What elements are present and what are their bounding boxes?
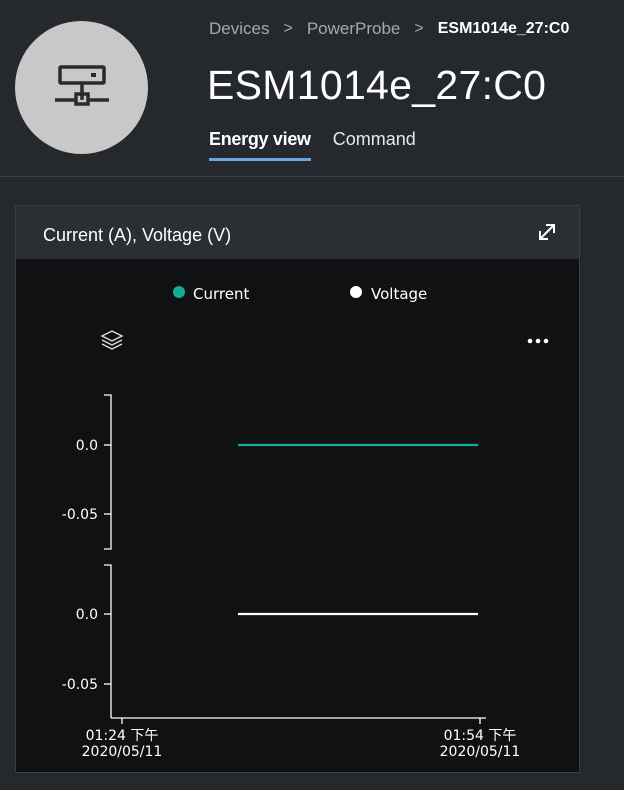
header-divider [0, 176, 624, 177]
chevron-right-icon: > [414, 20, 424, 37]
chart-card: Current (A), Voltage (V) Current Voltage [15, 205, 580, 773]
tab-energy-view[interactable]: Energy view [209, 129, 311, 161]
x-axis: 01:24 下午 2020/05/11 01:54 下午 2020/05/11 [82, 717, 521, 760]
page-title: ESM1014e_27:C0 [207, 62, 547, 108]
x-tick-time: 01:54 下午 [444, 728, 517, 744]
x-tick-date: 2020/05/11 [440, 744, 521, 760]
y-tick-label: 0.0 [76, 607, 98, 623]
breadcrumb: Devices > PowerProbe > ESM1014e_27:C0 [209, 18, 569, 40]
chart-card-header: Current (A), Voltage (V) [16, 206, 579, 259]
legend-current-label[interactable]: Current [193, 285, 249, 303]
more-options-icon[interactable] [527, 338, 549, 344]
layers-icon[interactable] [100, 330, 124, 350]
breadcrumb-link-powerprobe[interactable]: PowerProbe [307, 19, 401, 39]
device-header: Devices > PowerProbe > ESM1014e_27:C0 ES… [0, 0, 624, 176]
x-tick-date: 2020/05/11 [82, 744, 163, 760]
legend-current-marker[interactable] [173, 286, 185, 298]
legend-voltage-label[interactable]: Voltage [371, 285, 427, 303]
tab-command[interactable]: Command [333, 129, 416, 161]
tab-bar: Energy view Command [209, 129, 438, 161]
chart-card-title: Current (A), Voltage (V) [43, 225, 232, 245]
y-tick-label: 0.0 [76, 438, 98, 454]
chevron-right-icon: > [283, 20, 293, 37]
y-axis-current: 0.0 -0.05 [62, 394, 112, 550]
legend-voltage-marker[interactable] [350, 286, 362, 298]
y-tick-label: -0.05 [62, 677, 98, 693]
y-axis-voltage: 0.0 -0.05 [62, 564, 112, 718]
y-tick-label: -0.05 [62, 507, 98, 523]
chart: Current Voltage 0.0 -0.05 0.0 -0.05 01:2… [62, 285, 549, 760]
legend: Current Voltage [173, 285, 427, 303]
breadcrumb-current: ESM1014e_27:C0 [437, 20, 570, 37]
expand-icon[interactable] [535, 220, 559, 244]
network-device-icon [54, 64, 109, 106]
avatar [15, 21, 148, 154]
x-tick-time: 01:24 下午 [86, 728, 159, 744]
breadcrumb-link-devices[interactable]: Devices [209, 19, 269, 39]
chart-plot-area: Current Voltage 0.0 -0.05 0.0 -0.05 01:2… [16, 259, 579, 772]
